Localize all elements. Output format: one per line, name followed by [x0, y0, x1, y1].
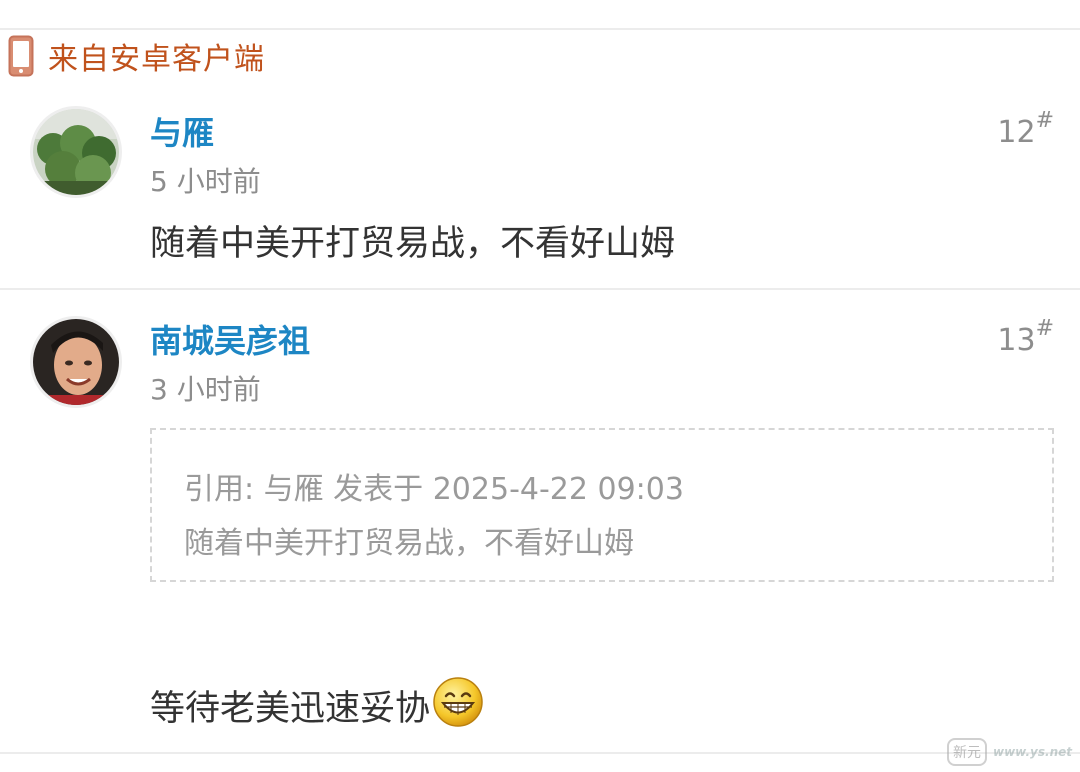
floor-mark: # [1035, 108, 1054, 133]
username[interactable]: 南城吴彦祖 [150, 316, 310, 362]
post-content: 随着中美开打贸易战，不看好山姆 [150, 224, 676, 264]
quote-block: 引用: 与雁 发表于 2025-4-22 09:03 随着中美开打贸易战，不看好… [150, 428, 1054, 582]
divider [0, 28, 1080, 30]
source-label: 来自安卓客户端 [48, 42, 265, 77]
source-row: 来自安卓客户端 [8, 34, 265, 78]
floor-mark: # [1035, 316, 1054, 341]
divider [0, 752, 1080, 754]
username[interactable]: 与雁 [150, 108, 214, 154]
avatar[interactable] [30, 316, 122, 408]
post-time: 5 小时前 [150, 165, 261, 198]
forum-thread-page: 来自安卓客户端 与雁 12# 5 小时前 随着中美开打贸易战，不看好山姆 南城吴… [0, 0, 1080, 772]
divider [0, 288, 1080, 290]
watermark-badge: 新元 [947, 738, 987, 766]
watermark-text: www.ys.net [993, 745, 1072, 759]
grinning-face-icon [432, 676, 484, 737]
post-time: 3 小时前 [150, 373, 261, 406]
quote-text: 随着中美开打贸易战，不看好山姆 [184, 526, 634, 561]
floor-value: 13 [997, 323, 1036, 358]
quote-header: 引用: 与雁 发表于 2025-4-22 09:03 [184, 472, 684, 507]
post-content: 等待老美迅速妥协 [150, 689, 431, 729]
floor-value: 12 [997, 115, 1036, 150]
floor-number: 12# [997, 108, 1054, 150]
phone-icon [8, 35, 34, 77]
floor-number: 13# [997, 316, 1054, 358]
post-content-row: 等待老美迅速妥协 [150, 676, 484, 737]
watermark: 新元 www.ys.net [947, 738, 1072, 766]
avatar[interactable] [30, 106, 122, 198]
